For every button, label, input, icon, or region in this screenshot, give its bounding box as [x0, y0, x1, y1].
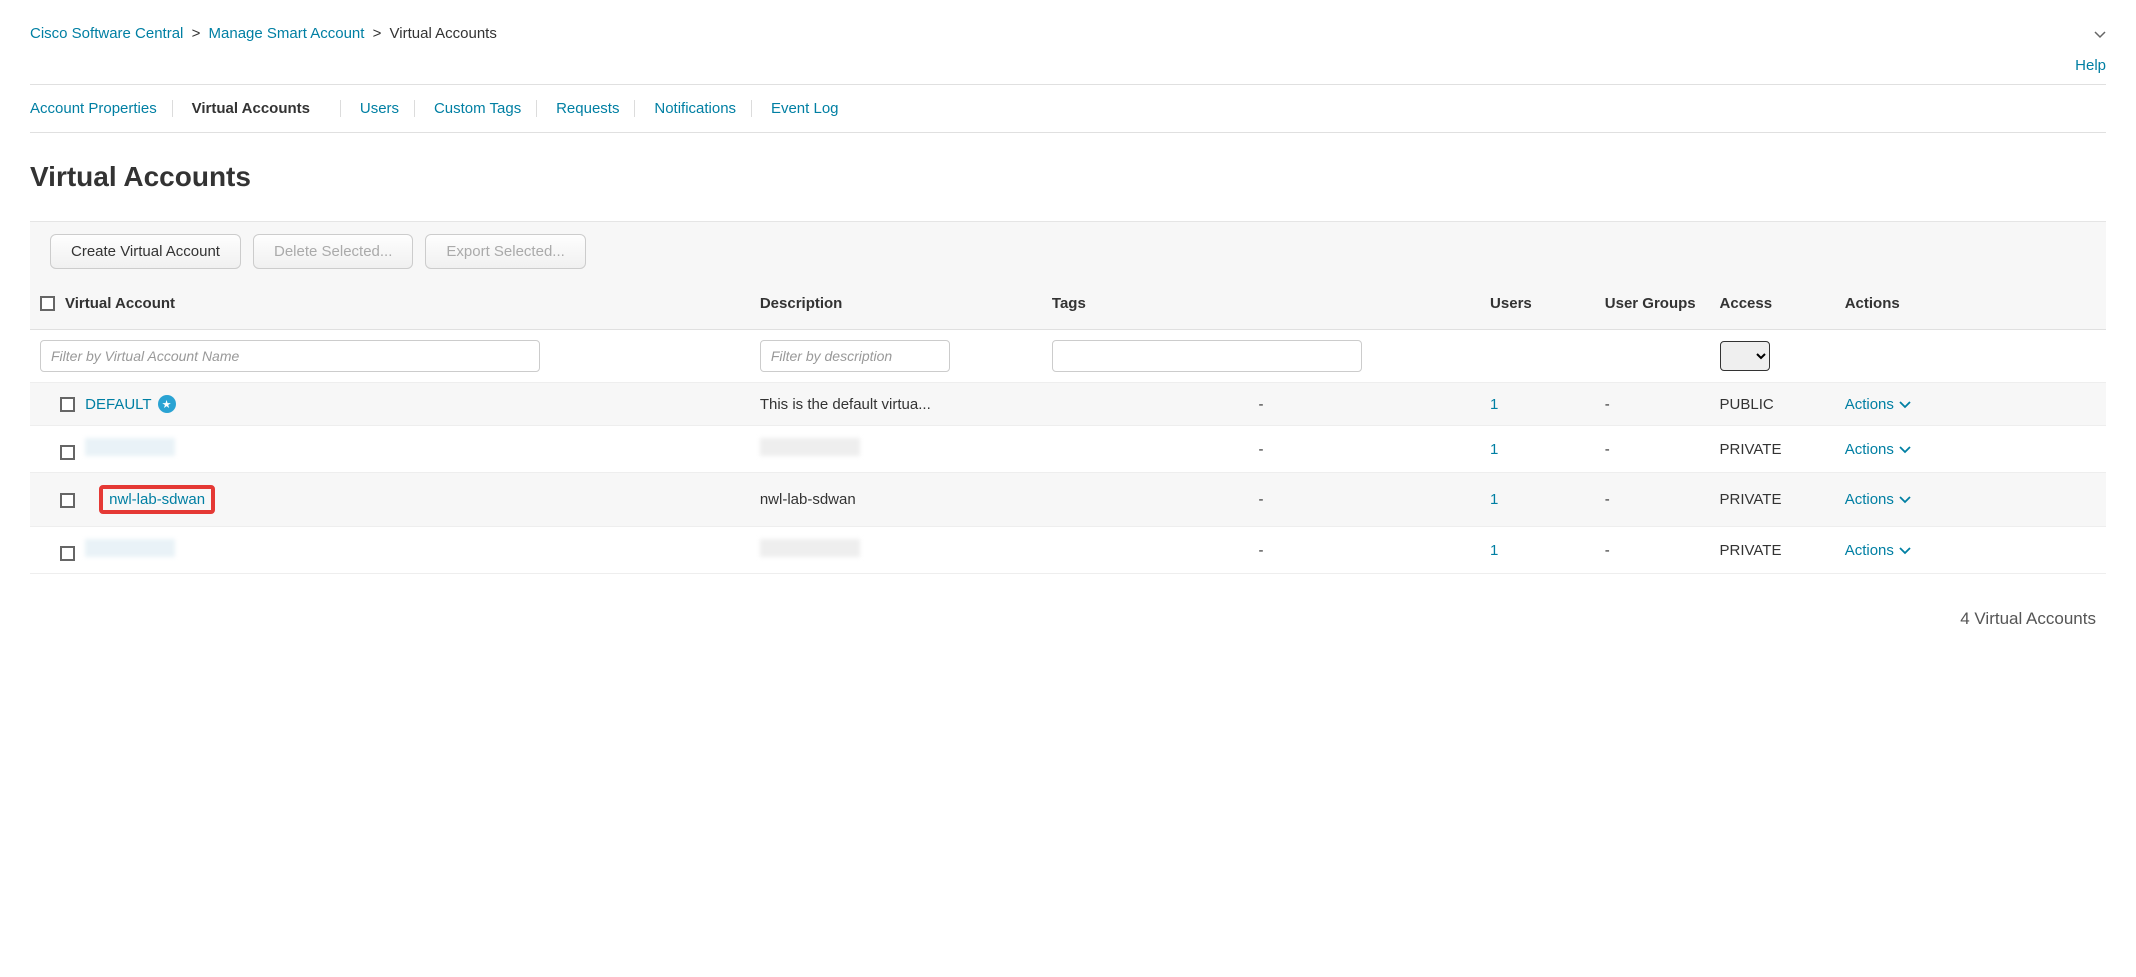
row-checkbox[interactable]	[60, 546, 75, 561]
cell-description: nwl-lab-sdwan	[750, 473, 1042, 527]
table-row: - 1 - PRIVATE Actions	[30, 527, 2106, 574]
cell-tags: -	[1042, 383, 1480, 426]
col-users: Users	[1480, 281, 1595, 330]
cell-access: PRIVATE	[1710, 527, 1835, 574]
tab-virtual-accounts[interactable]: Virtual Accounts	[192, 100, 325, 117]
breadcrumb-root[interactable]: Cisco Software Central	[30, 25, 183, 42]
cell-access: PUBLIC	[1710, 383, 1835, 426]
select-all-checkbox[interactable]	[40, 296, 55, 311]
col-actions: Actions	[1835, 281, 2106, 330]
col-tags: Tags	[1042, 281, 1480, 330]
col-user-groups: User Groups	[1595, 281, 1710, 330]
col-access: Access	[1710, 281, 1835, 330]
virtual-account-link[interactable]	[85, 438, 175, 456]
cell-users[interactable]: 1	[1490, 491, 1498, 508]
cell-description: This is the default virtua...	[750, 383, 1042, 426]
highlighted-item: nwl-lab-sdwan	[99, 485, 215, 514]
virtual-account-link[interactable]	[85, 539, 175, 557]
cell-description	[750, 426, 1042, 473]
cell-user-groups: -	[1595, 527, 1710, 574]
cell-user-groups: -	[1595, 426, 1710, 473]
filter-description-input[interactable]	[760, 340, 950, 372]
table-row: DEFAULT ★ This is the default virtua... …	[30, 383, 2106, 426]
virtual-accounts-table: Virtual Account Description Tags Users U…	[30, 281, 2106, 574]
chevron-down-icon[interactable]	[2094, 26, 2106, 42]
help-row: Help	[30, 52, 2106, 84]
tab-users[interactable]: Users	[360, 100, 399, 117]
star-icon: ★	[158, 395, 176, 413]
col-virtual-account: Virtual Account	[65, 295, 175, 312]
export-selected-button[interactable]: Export Selected...	[425, 234, 585, 269]
col-description: Description	[750, 281, 1042, 330]
footer-count: 4 Virtual Accounts	[30, 574, 2106, 639]
breadcrumb-current: Virtual Accounts	[390, 25, 497, 42]
virtual-account-link[interactable]: nwl-lab-sdwan	[109, 491, 205, 508]
table-row: - 1 - PRIVATE Actions	[30, 426, 2106, 473]
table-row: nwl-lab-sdwan nwl-lab-sdwan - 1 - PRIVAT…	[30, 473, 2106, 527]
help-link[interactable]: Help	[2075, 57, 2106, 74]
breadcrumb-separator: >	[373, 25, 382, 42]
virtual-account-link[interactable]: DEFAULT	[85, 396, 151, 413]
cell-tags: -	[1042, 473, 1480, 527]
cell-users[interactable]: 1	[1490, 441, 1498, 458]
tab-account-properties[interactable]: Account Properties	[30, 100, 157, 117]
breadcrumb-separator: >	[192, 25, 201, 42]
tab-notifications[interactable]: Notifications	[654, 100, 736, 117]
cell-user-groups: -	[1595, 383, 1710, 426]
cell-access: PRIVATE	[1710, 426, 1835, 473]
row-checkbox[interactable]	[60, 493, 75, 508]
create-virtual-account-button[interactable]: Create Virtual Account	[50, 234, 241, 269]
actions-dropdown[interactable]: Actions	[1845, 441, 1911, 458]
cell-tags: -	[1042, 426, 1480, 473]
chevron-down-icon	[1899, 491, 1911, 508]
cell-tags: -	[1042, 527, 1480, 574]
chevron-down-icon	[1899, 542, 1911, 559]
filter-name-input[interactable]	[40, 340, 540, 372]
top-bar: Cisco Software Central > Manage Smart Ac…	[30, 10, 2106, 52]
filter-access-select[interactable]	[1720, 341, 1770, 371]
tab-bar: Account Properties Virtual Accounts User…	[30, 84, 2106, 133]
row-checkbox[interactable]	[60, 397, 75, 412]
breadcrumb-manage[interactable]: Manage Smart Account	[209, 25, 365, 42]
tab-requests[interactable]: Requests	[556, 100, 619, 117]
actions-dropdown[interactable]: Actions	[1845, 542, 1911, 559]
filter-tags-input[interactable]	[1052, 340, 1362, 372]
filter-row	[30, 330, 2106, 383]
row-checkbox[interactable]	[60, 445, 75, 460]
cell-user-groups: -	[1595, 473, 1710, 527]
actions-dropdown[interactable]: Actions	[1845, 396, 1911, 413]
page-title: Virtual Accounts	[30, 133, 2106, 221]
cell-users[interactable]: 1	[1490, 542, 1498, 559]
delete-selected-button[interactable]: Delete Selected...	[253, 234, 413, 269]
chevron-down-icon	[1899, 441, 1911, 458]
breadcrumb: Cisco Software Central > Manage Smart Ac…	[30, 25, 497, 42]
tab-event-log[interactable]: Event Log	[771, 100, 839, 117]
cell-description	[750, 527, 1042, 574]
actions-dropdown[interactable]: Actions	[1845, 491, 1911, 508]
cell-users[interactable]: 1	[1490, 396, 1498, 413]
tab-custom-tags[interactable]: Custom Tags	[434, 100, 521, 117]
toolbar: Create Virtual Account Delete Selected..…	[30, 221, 2106, 281]
chevron-down-icon	[1899, 396, 1911, 413]
cell-access: PRIVATE	[1710, 473, 1835, 527]
